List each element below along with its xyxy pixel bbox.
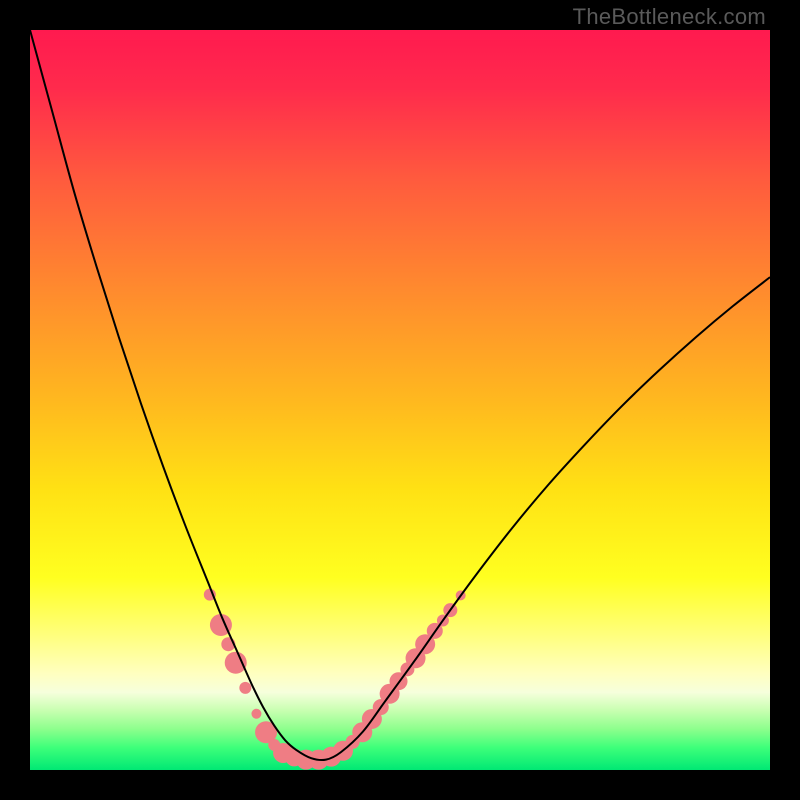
plot-area (30, 30, 770, 770)
watermark-text: TheBottleneck.com (573, 4, 766, 30)
bottleneck-curve (30, 30, 770, 760)
chart-frame: TheBottleneck.com (0, 0, 800, 800)
chart-svg (30, 30, 770, 770)
highlight-dot (251, 709, 261, 719)
highlight-dots (204, 589, 466, 770)
highlight-dot (225, 652, 247, 674)
highlight-dot (239, 682, 251, 694)
